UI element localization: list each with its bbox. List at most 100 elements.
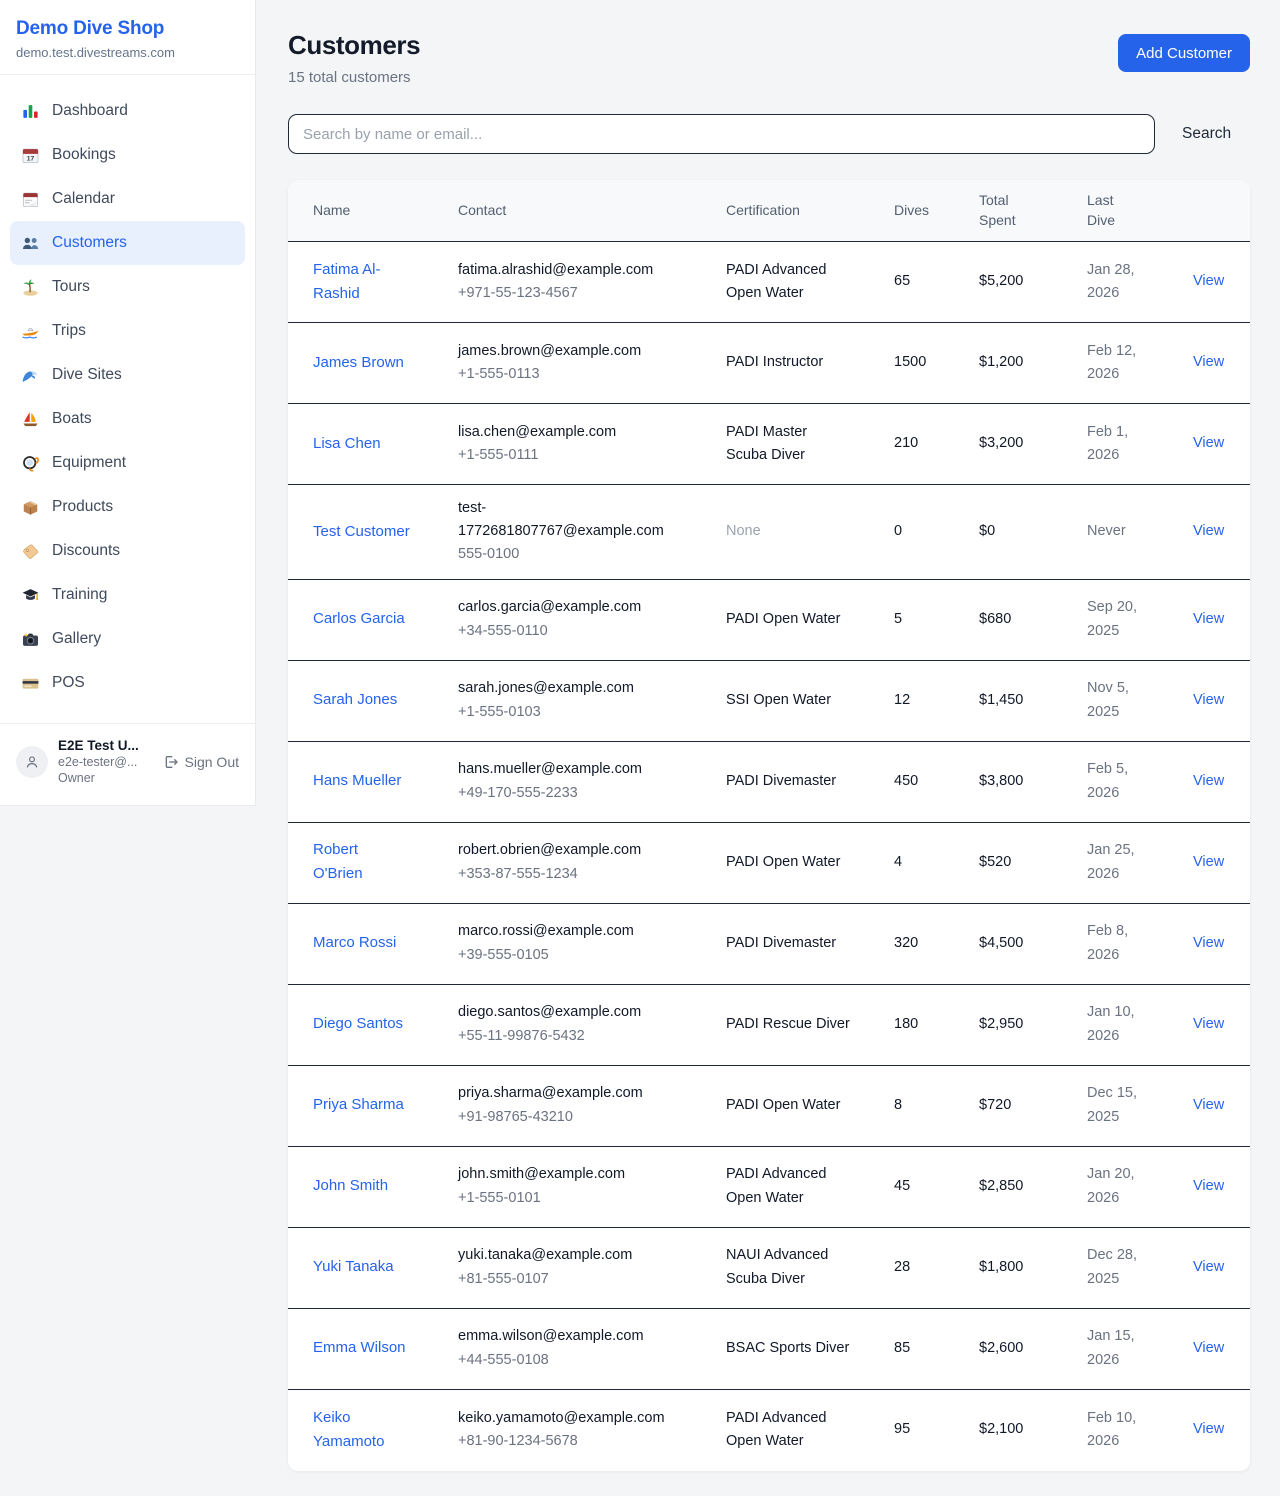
- customer-email: diego.santos@example.com: [458, 1001, 678, 1024]
- customers-table: Name Contact Certification Dives Total S…: [288, 180, 1250, 1471]
- cell-name: Marco Rossi: [313, 931, 458, 955]
- cell-view: View: [1193, 520, 1250, 543]
- sidebar-item-label: Bookings: [52, 146, 116, 164]
- customer-name-link[interactable]: Test Customer: [313, 520, 410, 544]
- cell-name: Keiko Yamamoto: [313, 1406, 458, 1454]
- sidebar-nav: Dashboard 17 Bookings Calendar Customers…: [0, 75, 255, 715]
- customer-last-dive: Nov 5, 2025: [1087, 677, 1151, 723]
- sidebar-item-calendar[interactable]: Calendar: [10, 177, 245, 221]
- search-button[interactable]: Search: [1182, 125, 1231, 143]
- add-customer-button[interactable]: Add Customer: [1118, 34, 1250, 72]
- customer-phone: +353-87-555-1234: [458, 863, 726, 886]
- cell-last-dive: Feb 10, 2026: [1087, 1407, 1193, 1453]
- view-customer-link[interactable]: View: [1193, 1016, 1224, 1032]
- customer-phone: +1-555-0111: [458, 444, 726, 467]
- sidebar-item-trips[interactable]: Trips: [10, 309, 245, 353]
- user-email: e2e-tester@...: [58, 755, 153, 769]
- table-row: Sarah Jones sarah.jones@example.com +1-5…: [288, 661, 1250, 742]
- sidebar-item-gallery[interactable]: Gallery: [10, 617, 245, 661]
- customer-name-link[interactable]: Diego Santos: [313, 1012, 403, 1036]
- view-customer-link[interactable]: View: [1193, 435, 1224, 451]
- view-customer-link[interactable]: View: [1193, 1178, 1224, 1194]
- sidebar: Demo Dive Shop demo.test.divestreams.com…: [0, 0, 256, 806]
- cell-total-spent: $5,200: [979, 270, 1087, 293]
- customer-name-link[interactable]: Yuki Tanaka: [313, 1255, 394, 1279]
- view-customer-link[interactable]: View: [1193, 1340, 1224, 1356]
- customer-phone: 555-0100: [458, 543, 726, 566]
- customer-email: emma.wilson@example.com: [458, 1325, 678, 1348]
- cell-dives: 320: [894, 932, 979, 955]
- customer-name-link[interactable]: Robert O'Brien: [313, 838, 411, 886]
- cell-contact: priya.sharma@example.com +91-98765-43210: [458, 1082, 726, 1128]
- customer-name-link[interactable]: John Smith: [313, 1174, 388, 1198]
- cell-name: John Smith: [313, 1174, 458, 1198]
- view-customer-link[interactable]: View: [1193, 854, 1224, 870]
- table-row: Keiko Yamamoto keiko.yamamoto@example.co…: [288, 1390, 1250, 1471]
- customer-name-link[interactable]: Carlos Garcia: [313, 607, 405, 631]
- customer-certification: PADI Open Water: [726, 608, 840, 631]
- sidebar-item-training[interactable]: Training: [10, 573, 245, 617]
- view-customer-link[interactable]: View: [1193, 354, 1224, 370]
- sidebar-item-bookings[interactable]: 17 Bookings: [10, 133, 245, 177]
- view-customer-link[interactable]: View: [1193, 773, 1224, 789]
- sidebar-item-boats[interactable]: Boats: [10, 397, 245, 441]
- view-customer-link[interactable]: View: [1193, 611, 1224, 627]
- table-row: Carlos Garcia carlos.garcia@example.com …: [288, 580, 1250, 661]
- sidebar-item-dashboard[interactable]: Dashboard: [10, 89, 245, 133]
- cell-name: Diego Santos: [313, 1012, 458, 1036]
- customer-email: sarah.jones@example.com: [458, 677, 678, 700]
- view-customer-link[interactable]: View: [1193, 1097, 1224, 1113]
- customer-name-link[interactable]: Hans Mueller: [313, 769, 401, 793]
- cell-total-spent: $680: [979, 608, 1087, 631]
- sidebar-item-label: Boats: [52, 410, 92, 428]
- cell-certification: PADI Advanced Open Water: [726, 259, 894, 305]
- sidebar-item-products[interactable]: Products: [10, 485, 245, 529]
- customer-last-dive: Jan 20, 2026: [1087, 1163, 1151, 1209]
- sidebar-item-pos[interactable]: POS: [10, 661, 245, 705]
- cell-last-dive: Jan 10, 2026: [1087, 1001, 1193, 1047]
- cell-name: Emma Wilson: [313, 1336, 458, 1360]
- sidebar-item-label: Tours: [52, 278, 90, 296]
- customer-name-link[interactable]: Fatima Al-Rashid: [313, 258, 411, 306]
- sidebar-item-tours[interactable]: Tours: [10, 265, 245, 309]
- table-row: Lisa Chen lisa.chen@example.com +1-555-0…: [288, 404, 1250, 485]
- customer-name-link[interactable]: Lisa Chen: [313, 432, 381, 456]
- customer-name-link[interactable]: Keiko Yamamoto: [313, 1406, 411, 1454]
- cell-dives: 0: [894, 520, 979, 543]
- sidebar-item-discounts[interactable]: Discounts: [10, 529, 245, 573]
- sidebar-item-label: Products: [52, 498, 113, 516]
- sidebar-item-dive-sites[interactable]: Dive Sites: [10, 353, 245, 397]
- sidebar-item-label: Discounts: [52, 542, 120, 560]
- customer-last-dive: Feb 8, 2026: [1087, 920, 1151, 966]
- page-header: Customers 15 total customers Add Custome…: [288, 30, 1250, 86]
- customer-name-link[interactable]: Marco Rossi: [313, 931, 396, 955]
- view-customer-link[interactable]: View: [1193, 692, 1224, 708]
- customer-name-link[interactable]: James Brown: [313, 351, 404, 375]
- customer-phone: +49-170-555-2233: [458, 782, 726, 805]
- cell-dives: 1500: [894, 351, 979, 374]
- cell-last-dive: Nov 5, 2025: [1087, 677, 1193, 723]
- view-customer-link[interactable]: View: [1193, 1421, 1224, 1437]
- cell-certification: PADI Open Water: [726, 1094, 894, 1117]
- view-customer-link[interactable]: View: [1193, 1259, 1224, 1275]
- sailboat-icon: [20, 409, 40, 429]
- column-header-last-dive: Last Dive: [1087, 191, 1193, 230]
- view-customer-link[interactable]: View: [1193, 935, 1224, 951]
- customer-name-link[interactable]: Emma Wilson: [313, 1336, 406, 1360]
- sidebar-header: Demo Dive Shop demo.test.divestreams.com: [0, 0, 255, 75]
- sign-out-button[interactable]: Sign Out: [163, 754, 239, 770]
- view-customer-link[interactable]: View: [1193, 523, 1224, 539]
- cell-contact: carlos.garcia@example.com +34-555-0110: [458, 596, 726, 642]
- view-customer-link[interactable]: View: [1193, 273, 1224, 289]
- table-row: James Brown james.brown@example.com +1-5…: [288, 323, 1250, 404]
- cell-certification: PADI Master Scuba Diver: [726, 421, 894, 467]
- cell-contact: keiko.yamamoto@example.com +81-90-1234-5…: [458, 1407, 726, 1453]
- column-header-certification: Certification: [726, 201, 894, 221]
- customer-name-link[interactable]: Sarah Jones: [313, 688, 397, 712]
- sidebar-item-customers[interactable]: Customers: [10, 221, 245, 265]
- customer-last-dive: Jan 28, 2026: [1087, 259, 1151, 305]
- customer-name-link[interactable]: Priya Sharma: [313, 1093, 404, 1117]
- sidebar-item-equipment[interactable]: Equipment: [10, 441, 245, 485]
- customer-certification: PADI Advanced Open Water: [726, 1163, 850, 1209]
- search-input[interactable]: [288, 114, 1155, 154]
